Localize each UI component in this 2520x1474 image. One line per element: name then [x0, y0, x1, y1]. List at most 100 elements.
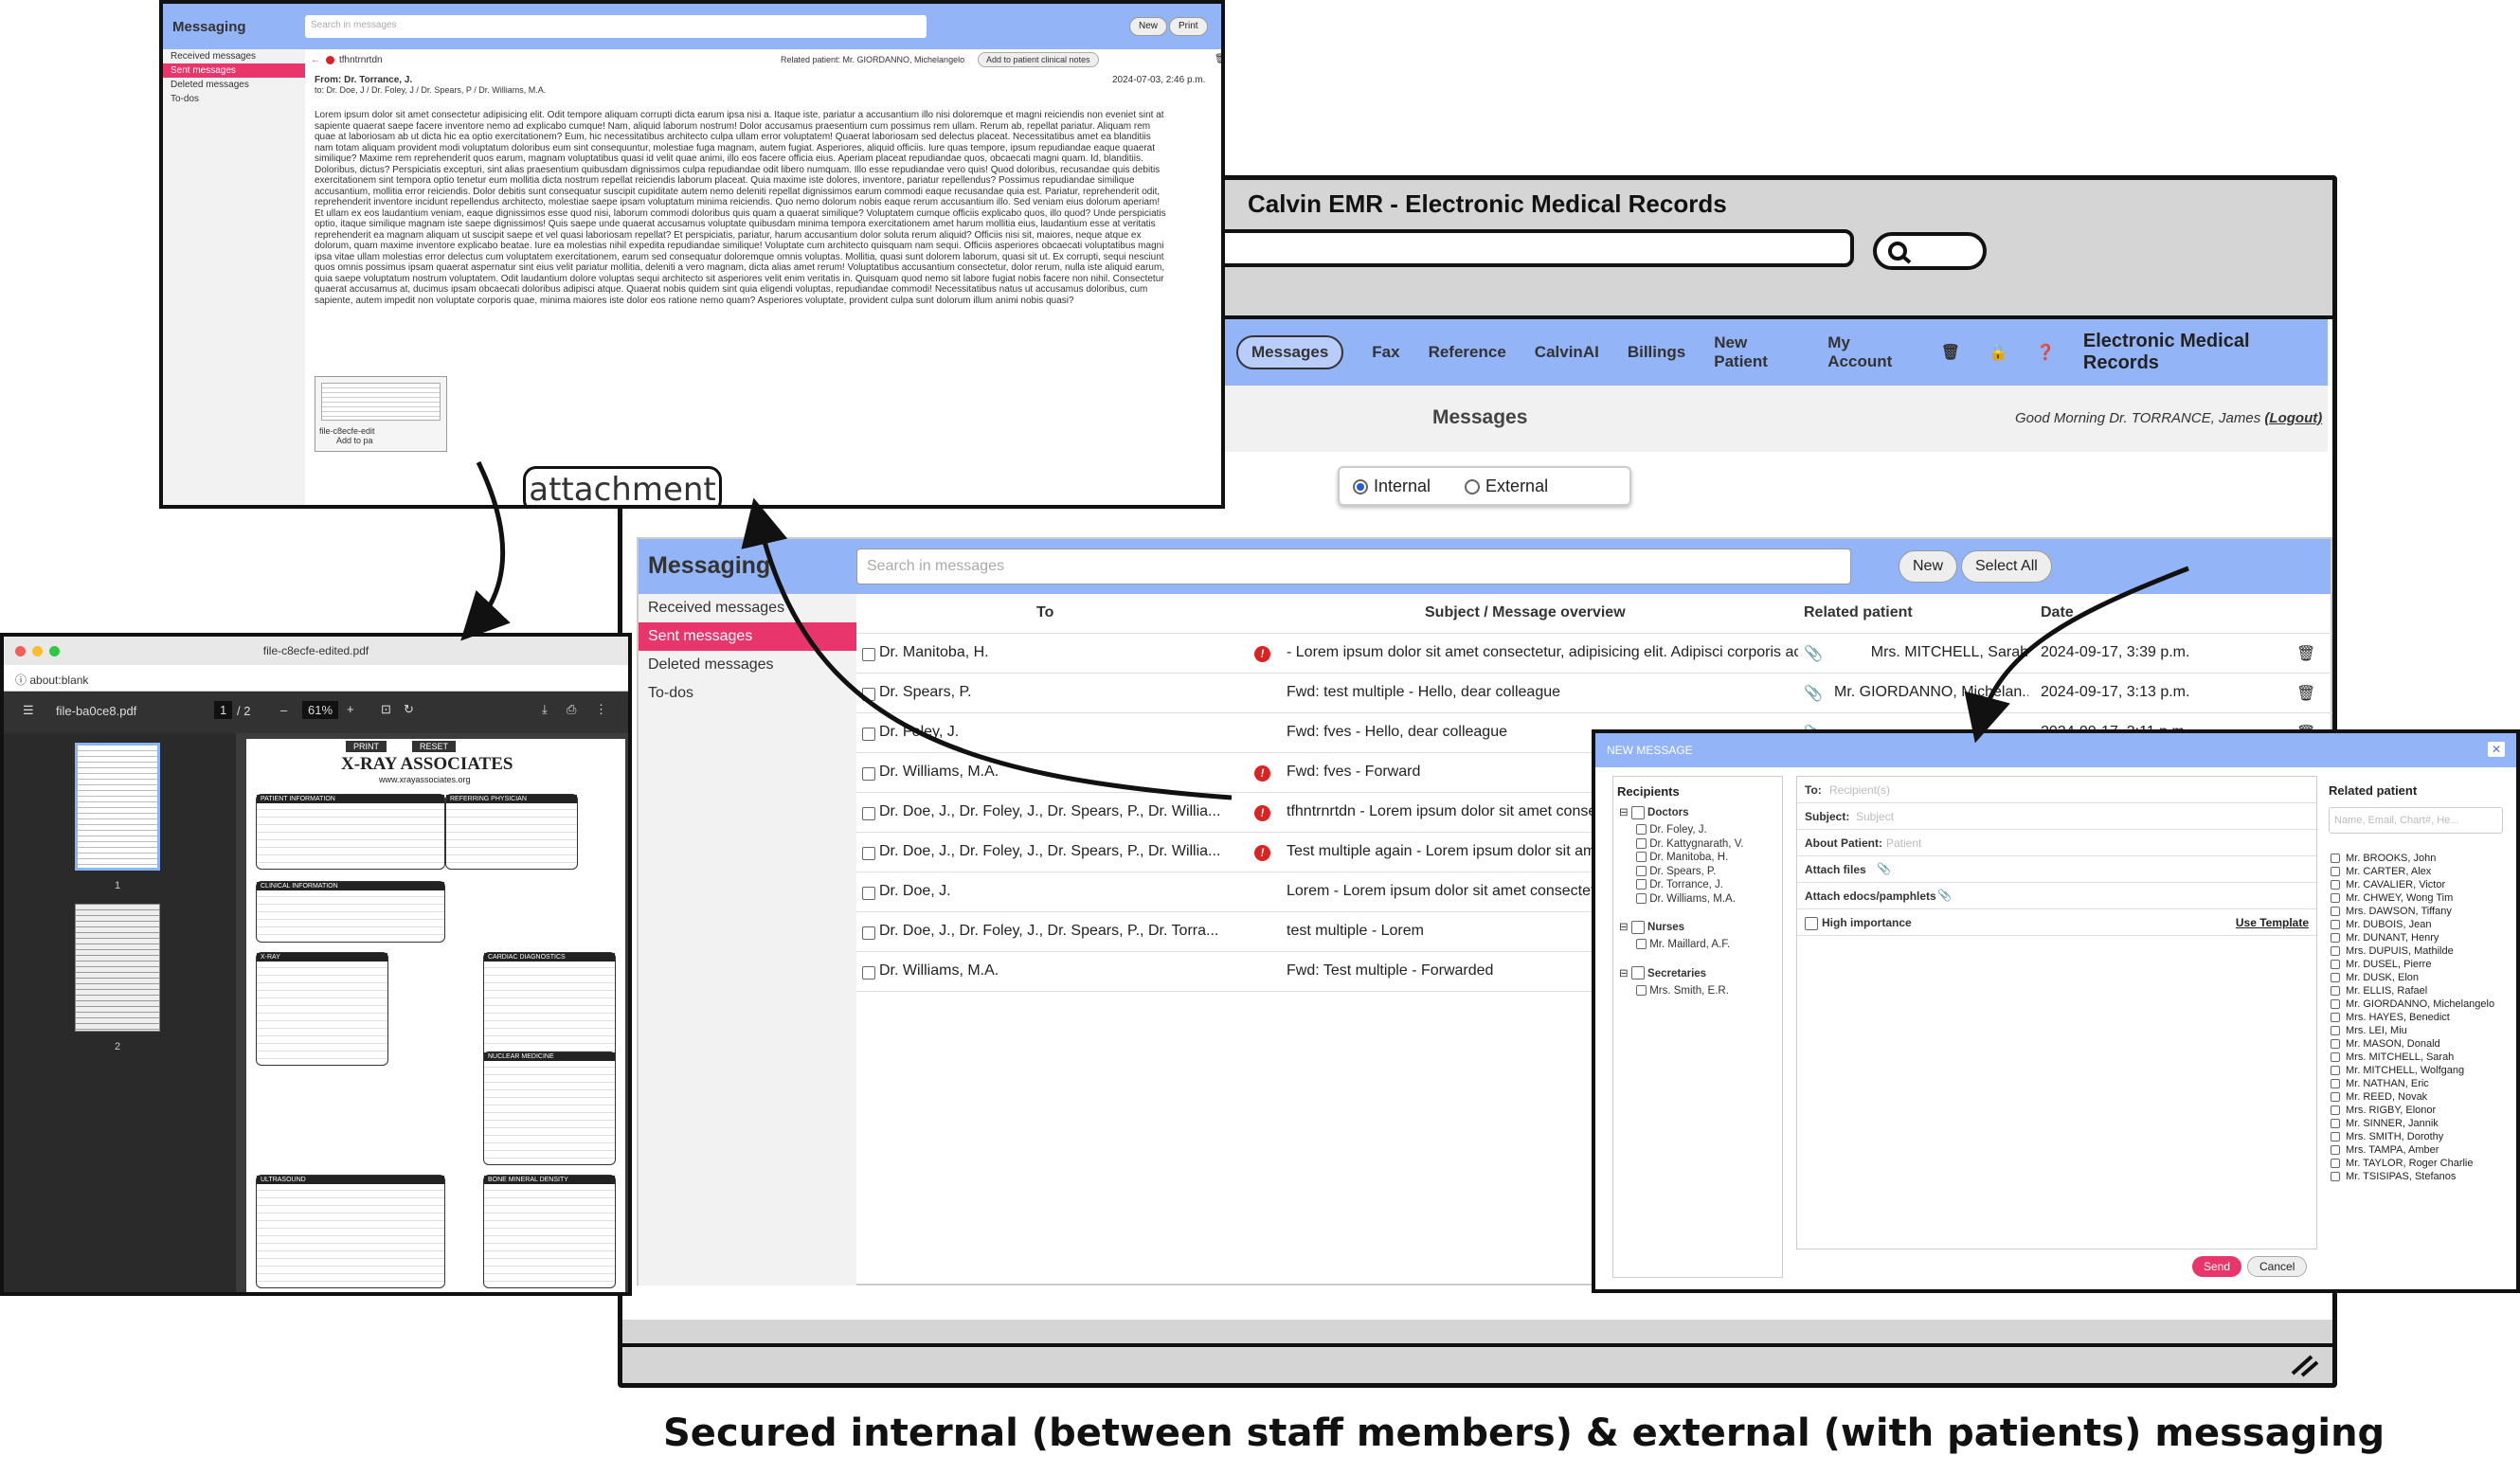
- more-icon[interactable]: ⋮: [595, 702, 607, 717]
- trash-icon[interactable]: 🗑: [2296, 684, 2315, 703]
- detail-sidebar-todos[interactable]: To-dos: [163, 92, 305, 106]
- patient-item[interactable]: Mr. SINNER, Jannik: [2331, 1117, 2507, 1130]
- patient-item[interactable]: Mr. DUSEL, Pierre: [2331, 958, 2507, 971]
- patient-item[interactable]: Mr. TAYLOR, Roger Charlie: [2331, 1157, 2507, 1170]
- row-checkbox[interactable]: [862, 925, 875, 942]
- high-importance-checkbox[interactable]: [1805, 917, 1818, 930]
- attach-edocs-button[interactable]: Attach edocs/pamphlets: [1805, 890, 1936, 903]
- attachment-thumbnail[interactable]: file-c8ecfe-edit Add to pa: [315, 376, 447, 452]
- close-icon[interactable]: ✕: [2488, 742, 2505, 757]
- patient-item[interactable]: Mrs. LEI, Miu: [2331, 1024, 2507, 1037]
- patient-item[interactable]: Mrs. SMITH, Dorothy: [2331, 1130, 2507, 1143]
- patient-item[interactable]: Mr. NATHAN, Eric: [2331, 1077, 2507, 1090]
- about-field[interactable]: Patient: [1886, 836, 1921, 850]
- row-checkbox[interactable]: [862, 765, 875, 782]
- lock-icon[interactable]: 🔒: [1989, 343, 2007, 362]
- add-notes-button[interactable]: Add to patient clinical notes: [978, 52, 1099, 67]
- recipient-item[interactable]: Mr. Maillard, A.F.: [1636, 939, 1730, 950]
- attach-files-row[interactable]: Attach files 📎: [1797, 856, 2316, 883]
- detail-new-button[interactable]: New: [1129, 17, 1168, 36]
- patient-item[interactable]: Mrs. RIGBY, Elonor: [2331, 1104, 2507, 1117]
- new-button[interactable]: New: [1899, 550, 1958, 583]
- sidebar-item-received[interactable]: Received messages: [639, 594, 856, 622]
- patient-item[interactable]: Mr. MITCHELL, Wolfgang: [2331, 1064, 2507, 1077]
- page-thumbnail[interactable]: [75, 743, 160, 871]
- cancel-button[interactable]: Cancel: [2247, 1256, 2308, 1277]
- table-row[interactable]: Dr. Manitoba, H.! - Lorem ipsum dolor sit…: [856, 634, 2332, 674]
- attach-edocs-row[interactable]: Attach edocs/pamphlets 📎: [1797, 883, 2316, 909]
- browser-search-button[interactable]: [1873, 232, 1987, 270]
- recipient-item[interactable]: Dr. Torrance, J.: [1636, 879, 1723, 890]
- recipient-item[interactable]: Mrs. Smith, E.R.: [1636, 985, 1729, 997]
- detail-print-button[interactable]: Print: [1169, 17, 1208, 36]
- download-icon[interactable]: ⤓: [542, 702, 548, 717]
- print-icon[interactable]: ⎙: [567, 702, 576, 717]
- patient-item[interactable]: Mr. TSISIPAS, Stefanos: [2331, 1170, 2507, 1183]
- zoom-input[interactable]: 61%: [302, 701, 339, 719]
- recipient-item[interactable]: Dr. Kattygnarath, V.: [1636, 838, 1744, 850]
- table-row[interactable]: Dr. Spears, P. Fwd: test multiple - Hello…: [856, 674, 2332, 713]
- patient-item[interactable]: Mr. ELLIS, Rafael: [2331, 984, 2507, 998]
- close-dot-icon[interactable]: [15, 646, 26, 656]
- row-checkbox[interactable]: [862, 646, 875, 663]
- detail-sidebar-deleted[interactable]: Deleted messages: [163, 78, 305, 92]
- logout-link[interactable]: (Logout): [2264, 410, 2322, 426]
- group-secretaries[interactable]: ⊟ Secretaries: [1619, 966, 1706, 980]
- row-checkbox[interactable]: [862, 726, 875, 743]
- patient-item[interactable]: Mr. BROOKS, John: [2331, 852, 2507, 865]
- nav-fax[interactable]: Fax: [1372, 343, 1399, 362]
- recipient-item[interactable]: Dr. Spears, P.: [1636, 866, 1716, 877]
- sidebar-item-sent[interactable]: Sent messages: [639, 622, 856, 651]
- attach-files-button[interactable]: Attach files: [1805, 863, 1866, 876]
- nav-billings[interactable]: Billings: [1628, 343, 1685, 362]
- trash-icon[interactable]: 🗑: [1215, 54, 1221, 64]
- page-thumbnail[interactable]: [75, 904, 160, 1032]
- patient-item[interactable]: Mr. GIORDANNO, Michelangelo: [2331, 998, 2507, 1011]
- recipient-item[interactable]: Dr. Foley, J.: [1636, 824, 1707, 836]
- patient-item[interactable]: Mr. CARTER, Alex: [2331, 865, 2507, 878]
- maximize-dot-icon[interactable]: [49, 646, 60, 656]
- rotate-icon[interactable]: ↻: [404, 702, 414, 717]
- patient-item[interactable]: Mr. CAVALIER, Victor: [2331, 878, 2507, 891]
- patient-item[interactable]: Mr. CHWEY, Wong Tim: [2331, 891, 2507, 905]
- recipient-item[interactable]: Dr. Manitoba, H.: [1636, 852, 1728, 863]
- page-number-input[interactable]: 1: [214, 701, 233, 719]
- patient-item[interactable]: Mr. DUNANT, Henry: [2331, 931, 2507, 944]
- subject-field[interactable]: Subject: [1856, 810, 1894, 823]
- nav-my-account[interactable]: My Account: [1827, 333, 1912, 371]
- detail-sidebar-received[interactable]: Received messages: [163, 49, 305, 63]
- row-checkbox[interactable]: [862, 686, 875, 703]
- subject-row[interactable]: Subject: Subject: [1797, 803, 2316, 830]
- detail-search-input[interactable]: Search in messages: [305, 15, 927, 38]
- patient-item[interactable]: Mr. MASON, Donald: [2331, 1037, 2507, 1051]
- sidebar-item-deleted[interactable]: Deleted messages: [639, 651, 856, 679]
- nav-messages[interactable]: Messages: [1236, 335, 1344, 369]
- zoom-out-icon[interactable]: –: [280, 703, 287, 717]
- recipient-item[interactable]: Dr. Williams, M.A.: [1636, 893, 1736, 905]
- patient-item[interactable]: Mr. DUBOIS, Jean: [2331, 918, 2507, 931]
- nav-reference[interactable]: Reference: [1429, 343, 1506, 362]
- search-input[interactable]: Search in messages: [856, 548, 1851, 584]
- patient-item[interactable]: Mr. REED, Novak: [2331, 1090, 2507, 1104]
- group-nurses[interactable]: ⊟ Nurses: [1619, 920, 1684, 934]
- use-template-link[interactable]: Use Template: [2236, 916, 2309, 929]
- help-icon[interactable]: ❓: [2036, 343, 2055, 362]
- form-print-button[interactable]: PRINT: [346, 741, 387, 752]
- row-checkbox[interactable]: [862, 845, 875, 862]
- patient-item[interactable]: Mr. DUSK, Elon: [2331, 971, 2507, 984]
- about-row[interactable]: About Patient: Patient: [1797, 830, 2316, 856]
- back-arrow-icon[interactable]: ←: [311, 55, 320, 65]
- row-checkbox[interactable]: [862, 885, 875, 902]
- external-radio[interactable]: External: [1465, 476, 1548, 496]
- pdf-url-bar[interactable]: ⓘ about:blank: [4, 665, 628, 692]
- nav-new-patient[interactable]: New Patient: [1714, 333, 1799, 371]
- send-button[interactable]: Send: [2192, 1256, 2242, 1277]
- patient-item[interactable]: Mrs. DUPUIS, Mathilde: [2331, 944, 2507, 958]
- address-bar[interactable]: [1191, 229, 1854, 267]
- sidebar-item-todos[interactable]: To-dos: [639, 679, 856, 708]
- group-doctors[interactable]: ⊟ Doctors: [1619, 805, 1689, 819]
- patient-item[interactable]: Mrs. DAWSON, Tiffany: [2331, 905, 2507, 918]
- nav-calvinai[interactable]: CalvinAI: [1535, 343, 1599, 362]
- trash-icon[interactable]: 🗑: [2296, 644, 2315, 663]
- to-row[interactable]: To: Recipient(s): [1797, 777, 2316, 803]
